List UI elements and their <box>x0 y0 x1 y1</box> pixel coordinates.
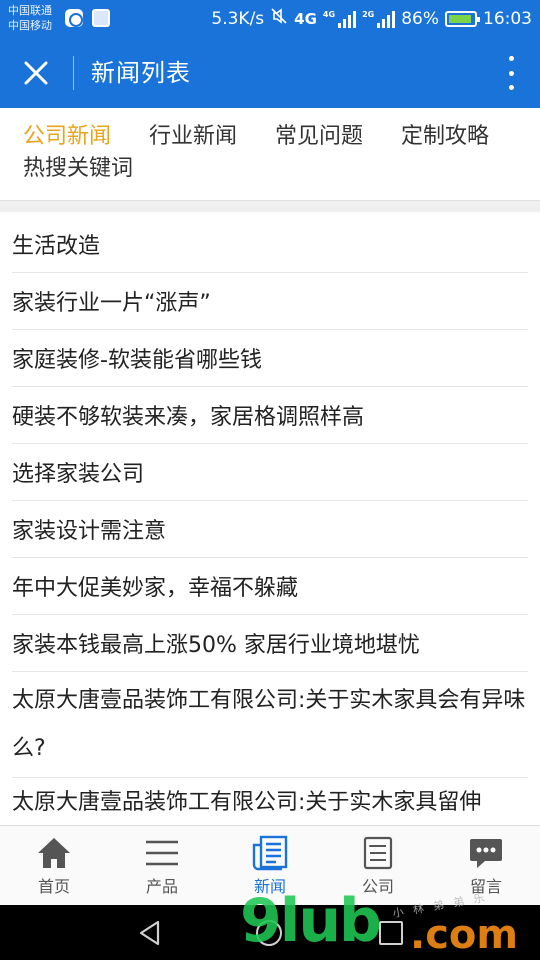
news-item[interactable]: 生活改造 <box>12 222 528 273</box>
battery-icon <box>445 10 480 27</box>
battery-percent: 86% <box>401 8 439 29</box>
clock: 16:03 <box>483 8 532 29</box>
more-dot <box>508 70 514 76</box>
close-icon <box>24 61 48 85</box>
document-icon <box>363 836 393 870</box>
nav-label: 产品 <box>145 877 178 896</box>
image-notification-icon <box>92 9 110 27</box>
carrier-1: 中国联通 <box>8 4 52 17</box>
net-4g-small: 4G <box>322 9 336 19</box>
signal-2g-icon: 2G <box>362 9 396 28</box>
tab-industry-news[interactable]: 行业新闻 <box>149 122 237 152</box>
appbar-divider <box>73 56 74 90</box>
carrier-names: 中国联通 中国移动 <box>8 3 52 33</box>
app-bar: 新闻列表 <box>0 38 540 108</box>
carrier-2: 中国移动 <box>8 19 52 32</box>
network-speed: 5.3K/s <box>211 8 265 29</box>
section-separator <box>0 200 540 212</box>
tab-hot-keywords[interactable]: 热搜关键词 <box>23 154 133 184</box>
news-item[interactable]: 家装行业一片“涨声” <box>12 279 528 330</box>
news-item[interactable]: 硬装不够软装来凑，家居格调照样高 <box>12 393 528 444</box>
recent-apps-icon[interactable] <box>379 921 403 945</box>
net-4g-label: 4G <box>294 9 317 28</box>
newspaper-icon <box>252 835 288 871</box>
watermark-domain: .com <box>410 912 519 958</box>
nav-products[interactable]: 产品 <box>108 826 216 906</box>
back-icon[interactable] <box>136 919 164 947</box>
status-indicators: 5.3K/s 4G 4G 2G 86% 16:03 <box>211 7 532 30</box>
page-title: 新闻列表 <box>91 59 191 87</box>
more-dot <box>508 85 514 90</box>
signal-4g-icon: 4G <box>322 9 357 28</box>
nav-home[interactable]: 首页 <box>0 826 108 906</box>
news-list: 生活改造 家装行业一片“涨声” 家庭装修-软装能省哪些钱 硬装不够软装来凑，家居… <box>0 212 540 825</box>
news-item[interactable]: 家装设计需注意 <box>12 507 528 558</box>
tab-faq[interactable]: 常见问题 <box>275 122 363 152</box>
watermark-logo: 9lub <box>240 886 382 956</box>
news-item[interactable]: 家装本钱最高上涨50% 家居行业境地堪忧 <box>12 621 528 672</box>
home-icon <box>38 838 70 868</box>
news-item[interactable]: 选择家装公司 <box>12 450 528 501</box>
menu-icon <box>146 840 178 866</box>
chat-icon <box>470 839 502 868</box>
close-button[interactable] <box>18 55 54 91</box>
news-item[interactable]: 家庭装修-软装能省哪些钱 <box>12 336 528 387</box>
mute-icon <box>270 7 288 30</box>
status-bar: 中国联通 中国移动 5.3K/s 4G 4G 2G 86% 16:03 <box>0 0 540 38</box>
more-options-button[interactable] <box>504 56 518 90</box>
net-2g-label: 2G <box>362 9 375 19</box>
tab-company-news[interactable]: 公司新闻 <box>23 122 111 152</box>
category-tabs: 公司新闻 行业新闻 常见问题 定制攻略 热搜关键词 <box>0 108 540 200</box>
news-item[interactable]: 太原大唐壹品装饰工有限公司:关于实木家具留伸 <box>12 778 528 825</box>
more-dot <box>508 56 514 61</box>
nav-label: 首页 <box>37 877 70 896</box>
tab-customization-guide[interactable]: 定制攻略 <box>401 122 489 152</box>
news-item[interactable]: 年中大促美妙家，幸福不躲藏 <box>12 564 528 615</box>
app-notification-icon <box>65 9 83 27</box>
news-item[interactable]: 太原大唐壹品装饰工有限公司:关于实木家具会有异味么? <box>12 672 528 778</box>
